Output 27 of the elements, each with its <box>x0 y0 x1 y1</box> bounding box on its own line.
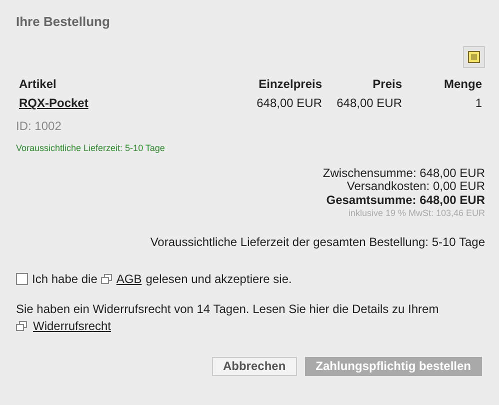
agreement-text: Ich habe die <box>32 272 98 286</box>
table-cell: 648,00 EUR <box>256 96 322 110</box>
table-cell: 1 <box>475 96 482 110</box>
total-delivery-time: Voraussichtliche Lieferzeit der gesamten Bestellung: 5-10 Tage <box>150 234 485 250</box>
terms-checkbox[interactable] <box>16 273 28 285</box>
column-header: Menge <box>442 76 483 94</box>
document-icon <box>16 321 27 331</box>
page-title: Ihre Bestellung <box>16 14 111 30</box>
grand-total: Gesamtsumme: 648,00 EUR <box>326 194 485 207</box>
subtotal: Zwischensumme: 648,00 EUR <box>322 166 485 180</box>
table-cell: 648,00 EUR <box>336 96 402 110</box>
delivery-time: Voraussichtliche Lieferzeit: 5-10 Tage <box>16 143 165 154</box>
withdrawal-link[interactable]: Widerrufsrecht <box>33 318 112 334</box>
column-header: Artikel <box>18 76 58 94</box>
product-id: ID: 1002 <box>16 119 62 134</box>
cancel-button[interactable]: Abbrechen <box>212 356 297 376</box>
note-icon <box>468 51 480 64</box>
document-icon <box>101 274 112 284</box>
product-link[interactable]: RQX-Pocket <box>19 96 88 110</box>
tax-note: inklusive 19 % MwSt: 103,46 EUR <box>348 207 485 220</box>
notes-button[interactable] <box>463 46 485 68</box>
column-header: Preis <box>372 76 403 94</box>
agreement-text: gelesen und akzeptiere sie. <box>146 272 292 286</box>
withdrawal-text: Sie haben ein Widerrufsrecht von 14 Tagen. Lesen Sie hier die Details zu Ihrem <box>16 300 440 318</box>
terms-link[interactable]: AGB <box>116 272 142 286</box>
column-header: Einzelpreis <box>258 76 323 94</box>
shipping-cost: Versandkosten: 0,00 EUR <box>346 180 485 194</box>
